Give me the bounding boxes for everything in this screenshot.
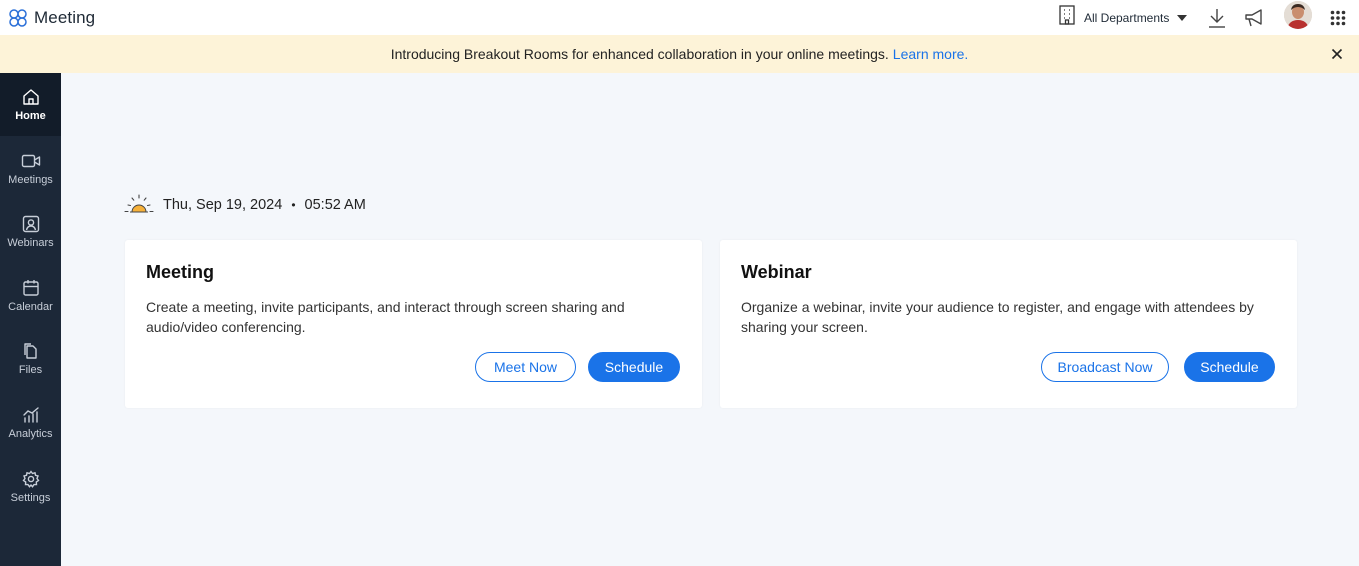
sidebar-item-label: Home	[15, 110, 46, 122]
calendar-icon	[21, 278, 41, 298]
sidebar: Home Meetings Webinars Calendar Files An…	[0, 73, 61, 566]
announcement-banner: Introducing Breakout Rooms for enhanced …	[0, 35, 1359, 73]
sidebar-item-webinars[interactable]: Webinars	[0, 200, 61, 263]
top-bar: Meeting All Departments	[0, 0, 1359, 35]
sidebar-item-settings[interactable]: Settings	[0, 455, 61, 518]
sidebar-item-home[interactable]: Home	[0, 73, 61, 136]
department-selector[interactable]: All Departments	[1058, 0, 1188, 35]
current-date: Thu, Sep 19, 2024	[163, 197, 283, 213]
meeting-card-description-line: Create a meeting, invite participants, a…	[146, 299, 625, 315]
sidebar-item-meetings[interactable]: Meetings	[0, 137, 61, 200]
meeting-card-description-line: audio/video conferencing.	[146, 319, 306, 335]
chevron-down-icon	[1177, 14, 1188, 21]
webinar-card: Webinar Organize a webinar, invite your …	[720, 240, 1297, 408]
building-icon	[1058, 5, 1076, 30]
sidebar-item-label: Settings	[10, 492, 51, 504]
sidebar-item-label: Calendar	[8, 301, 53, 313]
webinar-card-description-line: sharing your screen.	[741, 319, 868, 335]
department-label: All Departments	[1084, 10, 1170, 25]
avatar[interactable]	[1284, 1, 1312, 29]
meeting-card-title: Meeting	[146, 262, 215, 282]
home-icon	[21, 87, 41, 107]
broadcast-now-button[interactable]: Broadcast Now	[1041, 352, 1169, 382]
files-icon	[21, 341, 41, 361]
learn-more-link[interactable]: Learn more.	[893, 46, 968, 62]
gear-icon	[21, 469, 41, 489]
date-time-separator: •	[291, 198, 296, 212]
video-camera-icon	[21, 151, 41, 171]
date-time-greeting: Thu, Sep 19, 2024 • 05:52 AM	[124, 192, 366, 218]
schedule-meeting-button[interactable]: Schedule	[588, 352, 680, 382]
current-time: 05:52 AM	[304, 197, 366, 213]
meet-now-button[interactable]: Meet Now	[475, 352, 576, 382]
sidebar-item-label: Analytics	[8, 428, 53, 440]
meeting-logo-icon	[7, 7, 29, 29]
app-title: Meeting	[34, 7, 96, 27]
sunrise-icon	[124, 192, 154, 218]
meeting-card-description: Create a meeting, invite participants, a…	[146, 297, 625, 337]
close-icon[interactable]	[1330, 47, 1344, 61]
analytics-icon	[21, 405, 41, 425]
meeting-card: Meeting Create a meeting, invite partici…	[125, 240, 702, 408]
webinar-icon	[21, 214, 41, 234]
sidebar-item-label: Meetings	[8, 174, 53, 186]
sidebar-item-calendar[interactable]: Calendar	[0, 264, 61, 327]
banner-text: Introducing Breakout Rooms for enhanced …	[390, 46, 889, 62]
sidebar-item-label: Webinars	[7, 237, 54, 249]
sidebar-item-files[interactable]: Files	[0, 327, 61, 390]
schedule-webinar-button[interactable]: Schedule	[1184, 352, 1275, 382]
sidebar-item-analytics[interactable]: Analytics	[0, 391, 61, 454]
webinar-card-description-line: Organize a webinar, invite your audience…	[741, 299, 1254, 315]
brand[interactable]: Meeting	[7, 7, 95, 29]
webinar-card-title: Webinar	[741, 262, 812, 282]
megaphone-icon[interactable]	[1242, 0, 1268, 35]
apps-grid-icon[interactable]	[1325, 0, 1351, 35]
download-icon[interactable]	[1204, 0, 1230, 35]
sidebar-item-label: Files	[18, 364, 43, 376]
webinar-card-description: Organize a webinar, invite your audience…	[741, 297, 1254, 337]
